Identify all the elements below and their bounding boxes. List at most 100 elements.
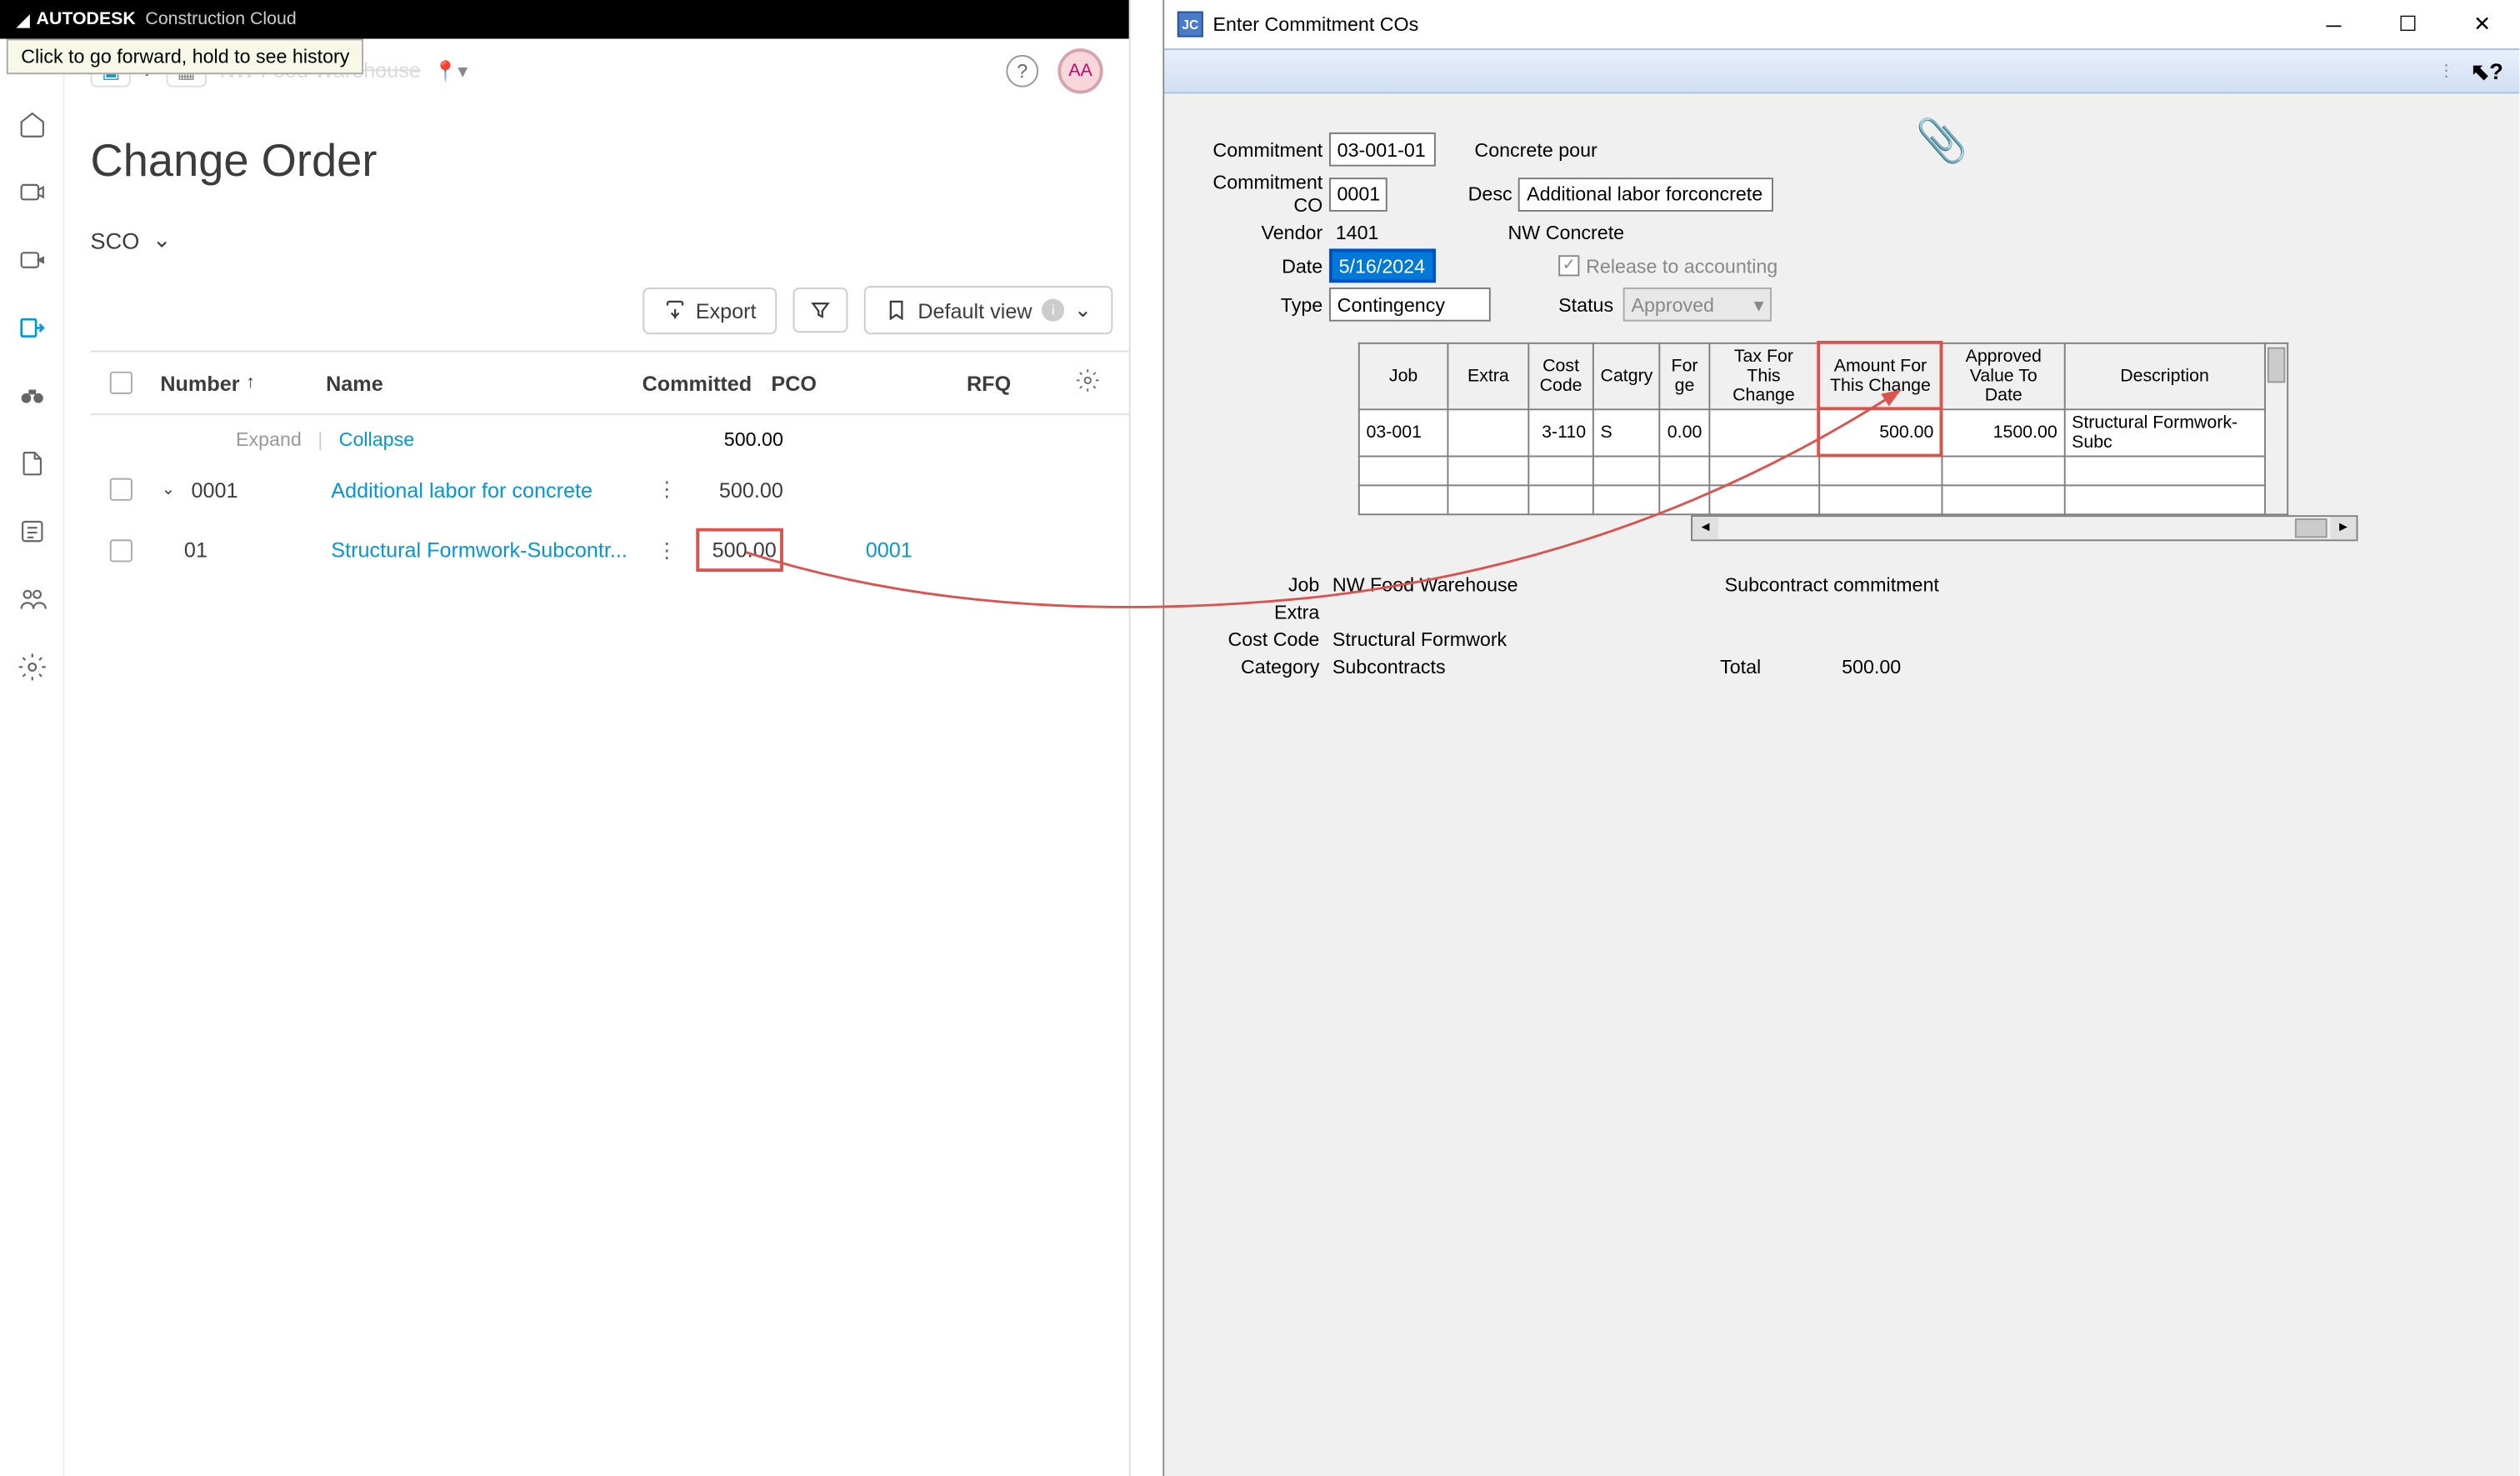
- total-committed: 500.00: [658, 428, 783, 451]
- co-input[interactable]: [1329, 177, 1388, 211]
- status-select[interactable]: Approved ▾: [1623, 288, 1772, 322]
- table-header: Number ↑ Name Committed PCO RFQ: [91, 351, 1129, 416]
- grid-header-catgry[interactable]: Catgry: [1593, 343, 1660, 409]
- grid-header-for[interactable]: Forge: [1660, 343, 1709, 409]
- minimize-button[interactable]: ─: [2297, 0, 2371, 48]
- date-input[interactable]: [1329, 248, 1436, 283]
- commitment-desc: Concrete pour: [1468, 138, 1598, 161]
- view-label: Default view: [918, 298, 1032, 323]
- summary-costcode-label: Cost Code: [1197, 628, 1329, 650]
- vendor-label: Vendor: [1197, 222, 1329, 244]
- collapse-action[interactable]: Collapse: [339, 428, 415, 451]
- grid-header-approved[interactable]: ApprovedValue To Date: [1942, 343, 2064, 409]
- grid-cell-forge[interactable]: 0.00: [1660, 409, 1709, 456]
- table-row[interactable]: ⌄ 0001 Additional labor for concrete ⋮ 50…: [91, 463, 1129, 515]
- desc-label: Desc: [1468, 183, 1519, 205]
- grid-hscroll[interactable]: ◂ ▸: [1691, 515, 2358, 541]
- row-pco-link[interactable]: 0001: [866, 538, 912, 562]
- vendor-value: 1401: [1329, 222, 1379, 244]
- summary-job-value: NW Food Warehouse: [1329, 573, 1518, 596]
- page-title: Change Order: [91, 136, 1129, 188]
- col-rfq[interactable]: RFQ: [902, 371, 1075, 395]
- filter-button[interactable]: [793, 288, 848, 333]
- row-checkbox[interactable]: [110, 478, 132, 501]
- row-checkbox[interactable]: [110, 538, 132, 561]
- grid-header-amount[interactable]: Amount ForThis Change: [1819, 343, 1942, 409]
- import-icon[interactable]: [13, 243, 49, 278]
- list-icon[interactable]: [13, 513, 49, 549]
- row-name-link[interactable]: Additional labor for concrete: [331, 478, 638, 502]
- grid-cell-job[interactable]: 03-001: [1359, 409, 1448, 456]
- grid-header-job[interactable]: Job: [1359, 343, 1448, 409]
- grid-header-desc[interactable]: Description: [2064, 343, 2264, 409]
- grid-cell-catgry[interactable]: S: [1593, 409, 1660, 456]
- co-label: Commitment CO: [1197, 171, 1329, 216]
- scroll-right-button[interactable]: ▸: [2331, 517, 2357, 539]
- document-icon[interactable]: [13, 446, 49, 482]
- commitment-input[interactable]: [1329, 133, 1436, 167]
- export-label: Export: [696, 298, 757, 323]
- grid-header-costcode[interactable]: CostCode: [1528, 343, 1593, 409]
- maximize-button[interactable]: ☐: [2371, 0, 2445, 48]
- summary-total-value: 500.00: [1842, 655, 1901, 678]
- col-number[interactable]: Number ↑: [160, 371, 326, 395]
- help-icon[interactable]: ?: [1006, 54, 1038, 87]
- columns-gear-icon[interactable]: [1076, 368, 1100, 393]
- grid-cell-costcode[interactable]: 3-110: [1528, 409, 1593, 456]
- more-icon[interactable]: ⋮: [657, 477, 678, 501]
- grid-header-tax[interactable]: Tax ForThis Change: [1709, 343, 1819, 409]
- chevron-down-icon: ⌄: [1074, 298, 1092, 323]
- row-committed: 500.00: [696, 478, 783, 502]
- status-label: Status: [1558, 293, 1623, 316]
- left-sidebar: [0, 39, 65, 1476]
- grid-cell-extra[interactable]: [1448, 409, 1528, 456]
- release-checkbox[interactable]: ✓: [1558, 255, 1579, 276]
- row-committed-highlighted: 500.00: [696, 528, 783, 572]
- row-number: 0001: [191, 478, 238, 502]
- status-value: Approved: [1631, 293, 1714, 316]
- select-all-checkbox[interactable]: [110, 372, 132, 394]
- avatar[interactable]: AA: [1058, 48, 1102, 93]
- close-button[interactable]: ✕: [2445, 0, 2519, 48]
- autodesk-top-bar: ◢ AUTODESK Construction Cloud: [0, 0, 1129, 39]
- grid-header-extra[interactable]: Extra: [1448, 343, 1528, 409]
- pin-icon[interactable]: 📍▾: [433, 59, 468, 82]
- scroll-left-button[interactable]: ◂: [1692, 517, 1718, 539]
- brand-bold: AUTODESK: [37, 10, 136, 29]
- export-icon[interactable]: [13, 310, 49, 346]
- paperclip-icon[interactable]: 📎: [1915, 117, 1968, 167]
- view-button[interactable]: Default view i ⌄: [864, 286, 1112, 334]
- window-titlebar: JC Enter Commitment COs ─ ☐ ✕: [1164, 0, 2519, 48]
- col-pco[interactable]: PCO: [752, 371, 902, 395]
- grid-cell-amount-highlighted[interactable]: 500.00: [1819, 409, 1942, 456]
- sco-dropdown[interactable]: SCO ⌄: [91, 226, 172, 253]
- export-arrow-icon: [663, 299, 686, 322]
- line-items-grid[interactable]: Job Extra CostCode Catgry Forge Tax ForT…: [1358, 341, 2288, 515]
- users-icon[interactable]: [13, 582, 49, 618]
- app-icon: JC: [1178, 12, 1203, 38]
- chevron-down-icon: ⌄: [152, 226, 172, 253]
- type-input[interactable]: [1329, 288, 1491, 322]
- col-committed[interactable]: Committed: [626, 371, 752, 395]
- home-icon[interactable]: [13, 107, 49, 143]
- expand-toggle-icon[interactable]: ⌄: [162, 481, 175, 498]
- video-icon[interactable]: [13, 174, 49, 210]
- hscroll-thumb[interactable]: [2295, 518, 2328, 538]
- type-label: Type: [1197, 293, 1329, 316]
- export-button[interactable]: Export: [642, 287, 778, 333]
- table-row[interactable]: 01 Structural Formwork-Subcontr... ⋮ 500…: [91, 515, 1129, 584]
- more-icon[interactable]: ⋮: [657, 537, 678, 561]
- desc-input[interactable]: [1518, 177, 1773, 211]
- expand-action[interactable]: Expand: [236, 428, 302, 451]
- row-name-link[interactable]: Structural Formwork-Subcontr...: [331, 538, 638, 562]
- grid-cell-tax[interactable]: [1709, 409, 1819, 456]
- context-help-button[interactable]: ⬉?: [2471, 58, 2503, 85]
- ribbon-grip-icon[interactable]: ⋮: [2438, 63, 2454, 80]
- vscroll-thumb[interactable]: [2268, 347, 2285, 383]
- binoculars-icon[interactable]: [13, 378, 49, 413]
- col-name[interactable]: Name: [326, 371, 626, 395]
- grid-cell-desc[interactable]: Structural Formwork-Subc: [2064, 409, 2264, 456]
- grid-cell-approved[interactable]: 1500.00: [1942, 409, 2064, 456]
- settings-icon[interactable]: [13, 649, 49, 685]
- sco-label: SCO: [91, 227, 140, 253]
